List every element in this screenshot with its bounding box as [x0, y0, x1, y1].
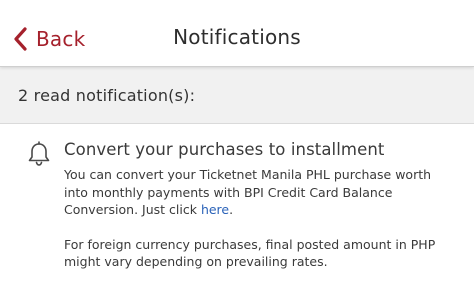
top-nav-bar: Back Notifications: [0, 0, 474, 67]
page-title: Notifications: [173, 25, 301, 49]
body-line-2: into monthly payments with BPI Credit Ca…: [64, 184, 393, 200]
body-line-3-suffix: .: [229, 202, 234, 217]
body-paragraph-1: You can convert your Ticketnet Manila PH…: [64, 166, 464, 219]
bell-icon: [28, 141, 50, 166]
body-line-1: You can convert your Ticketnet Manila PH…: [64, 167, 432, 182]
para2-line-1: For foreign currency purchases, final po…: [64, 236, 436, 252]
notification-title: Convert your purchases to installment: [64, 140, 385, 159]
para2-line-2: might vary depending on prevailing rates…: [64, 254, 328, 269]
notification-item[interactable]: Convert your purchases to installment Yo…: [0, 124, 474, 285]
read-notifications-section: 2 read notification(s):: [0, 67, 474, 124]
here-link[interactable]: here: [201, 202, 229, 217]
body-paragraph-2: For foreign currency purchases, final po…: [64, 236, 464, 271]
notification-body: You can convert your Ticketnet Manila PH…: [64, 166, 464, 271]
body-line-3-prefix: Conversion. Just click: [64, 202, 201, 217]
section-label: 2 read notification(s):: [18, 86, 196, 105]
